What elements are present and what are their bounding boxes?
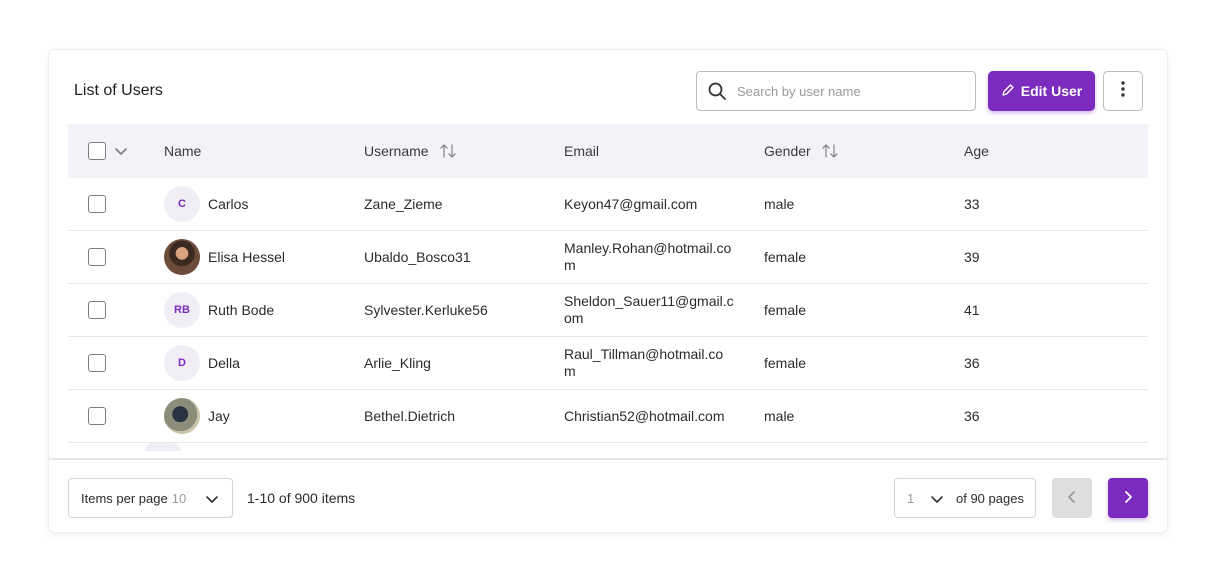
chevron-left-icon: [1065, 490, 1079, 507]
column-header-username[interactable]: Username: [364, 143, 457, 159]
column-header-email: Email: [564, 142, 600, 159]
sort-icon: [822, 144, 838, 158]
username-cell: Ubaldo_Bosco31: [364, 249, 471, 265]
search-icon: [697, 72, 737, 110]
edit-user-button[interactable]: Edit User: [988, 71, 1095, 111]
users-card: List of Users Edit User Name: [49, 50, 1167, 532]
table-row[interactable]: RB Ruth Bode Sylvester.Kerluke56 Sheldon…: [68, 284, 1148, 337]
row-checkbox[interactable]: [88, 407, 106, 425]
user-name: Jay: [208, 408, 230, 424]
edit-user-label: Edit User: [1020, 83, 1083, 99]
user-name: Carlos: [208, 196, 249, 212]
avatar: RB: [164, 292, 200, 328]
row-checkbox[interactable]: [88, 301, 106, 319]
avatar: D: [164, 345, 200, 381]
column-header-username-label: Username: [364, 143, 429, 159]
pagination-footer: Items per page 10 1-10 of 900 items 1 of…: [49, 458, 1167, 532]
age-cell: 39: [964, 249, 980, 265]
table-row[interactable]: D Della Arlie_Kling Raul_Tillman@hotmail…: [68, 337, 1148, 390]
chevron-down-icon: [929, 491, 945, 510]
email-cell: Christian52@hotmail.com: [564, 407, 725, 424]
age-cell: 36: [964, 355, 980, 371]
name-cell: Elisa Hessel: [164, 239, 285, 275]
items-per-page-label: Items per page: [81, 490, 168, 506]
email-cell: Manley.Rohan@hotmail.com: [564, 240, 732, 273]
current-page: 1: [907, 490, 915, 506]
sort-icon: [439, 144, 456, 158]
items-count: 1-10 of 900 items: [247, 490, 356, 506]
age-cell: 41: [964, 302, 980, 318]
gender-cell: female: [764, 302, 807, 318]
previous-page-button[interactable]: [1052, 478, 1092, 518]
table-row[interactable]: C Carlos Zane_Zieme Keyon47@gmail.com ma…: [68, 178, 1148, 231]
email-cell: Raul_Tillman@hotmail.com: [564, 346, 724, 379]
more-options-button[interactable]: [1103, 71, 1143, 111]
email-cell: Keyon47@gmail.com: [564, 195, 698, 212]
name-cell: Jay: [164, 398, 230, 434]
user-name: Della: [208, 355, 240, 371]
name-cell: RB Ruth Bode: [164, 292, 274, 328]
pencil-icon: [1001, 83, 1015, 100]
age-cell: 33: [964, 196, 980, 212]
chevron-down-icon: [115, 148, 127, 155]
search-input[interactable]: [737, 83, 957, 99]
column-header-age: Age: [964, 143, 989, 159]
more-vertical-icon: [1121, 80, 1125, 102]
users-table: Name Username Email Gender Age C Carlos …: [68, 124, 1148, 443]
username-cell: Sylvester.Kerluke56: [364, 302, 488, 318]
email-cell: Sheldon_Sauer11@gmail.com: [564, 293, 734, 326]
gender-cell: male: [764, 408, 795, 424]
user-name: Ruth Bode: [208, 302, 275, 318]
gender-cell: male: [764, 196, 795, 212]
search-box[interactable]: [696, 71, 976, 111]
row-checkbox[interactable]: [88, 248, 106, 266]
avatar: C: [164, 186, 200, 222]
select-menu-chevron[interactable]: [114, 144, 128, 158]
table-row[interactable]: Jay Bethel.Dietrich Christian52@hotmail.…: [68, 390, 1148, 443]
name-cell: C Carlos: [164, 186, 248, 222]
column-header-gender[interactable]: Gender: [764, 143, 839, 159]
avatar: [164, 239, 200, 275]
page-title: List of Users: [74, 82, 163, 99]
column-header-gender-label: Gender: [764, 143, 811, 159]
next-page-button[interactable]: [1108, 478, 1148, 518]
column-header-name: Name: [164, 143, 202, 159]
items-per-page-value: 10: [171, 490, 187, 506]
chevron-down-icon: [204, 491, 220, 510]
row-checkbox[interactable]: [88, 354, 106, 372]
total-pages: of 90 pages: [956, 491, 1024, 506]
table-header: Name Username Email Gender Age: [68, 124, 1148, 178]
page-select[interactable]: 1 of 90 pages: [894, 478, 1036, 518]
name-cell: D Della: [164, 345, 240, 381]
gender-cell: female: [764, 249, 807, 265]
username-cell: Bethel.Dietrich: [364, 408, 456, 424]
age-cell: 36: [964, 408, 980, 424]
user-name: Elisa Hessel: [208, 249, 286, 265]
username-cell: Arlie_Kling: [364, 355, 431, 371]
items-per-page-select[interactable]: Items per page 10: [68, 478, 233, 518]
chevron-right-icon: [1121, 490, 1135, 507]
select-all-checkbox[interactable]: [88, 142, 106, 160]
username-cell: Zane_Zieme: [364, 196, 443, 212]
avatar: [164, 398, 200, 434]
avatar: [145, 443, 181, 451]
gender-cell: female: [764, 355, 807, 371]
card-header: List of Users Edit User: [49, 50, 1167, 124]
row-checkbox[interactable]: [88, 195, 106, 213]
table-row[interactable]: Elisa Hessel Ubaldo_Bosco31 Manley.Rohan…: [68, 231, 1148, 284]
